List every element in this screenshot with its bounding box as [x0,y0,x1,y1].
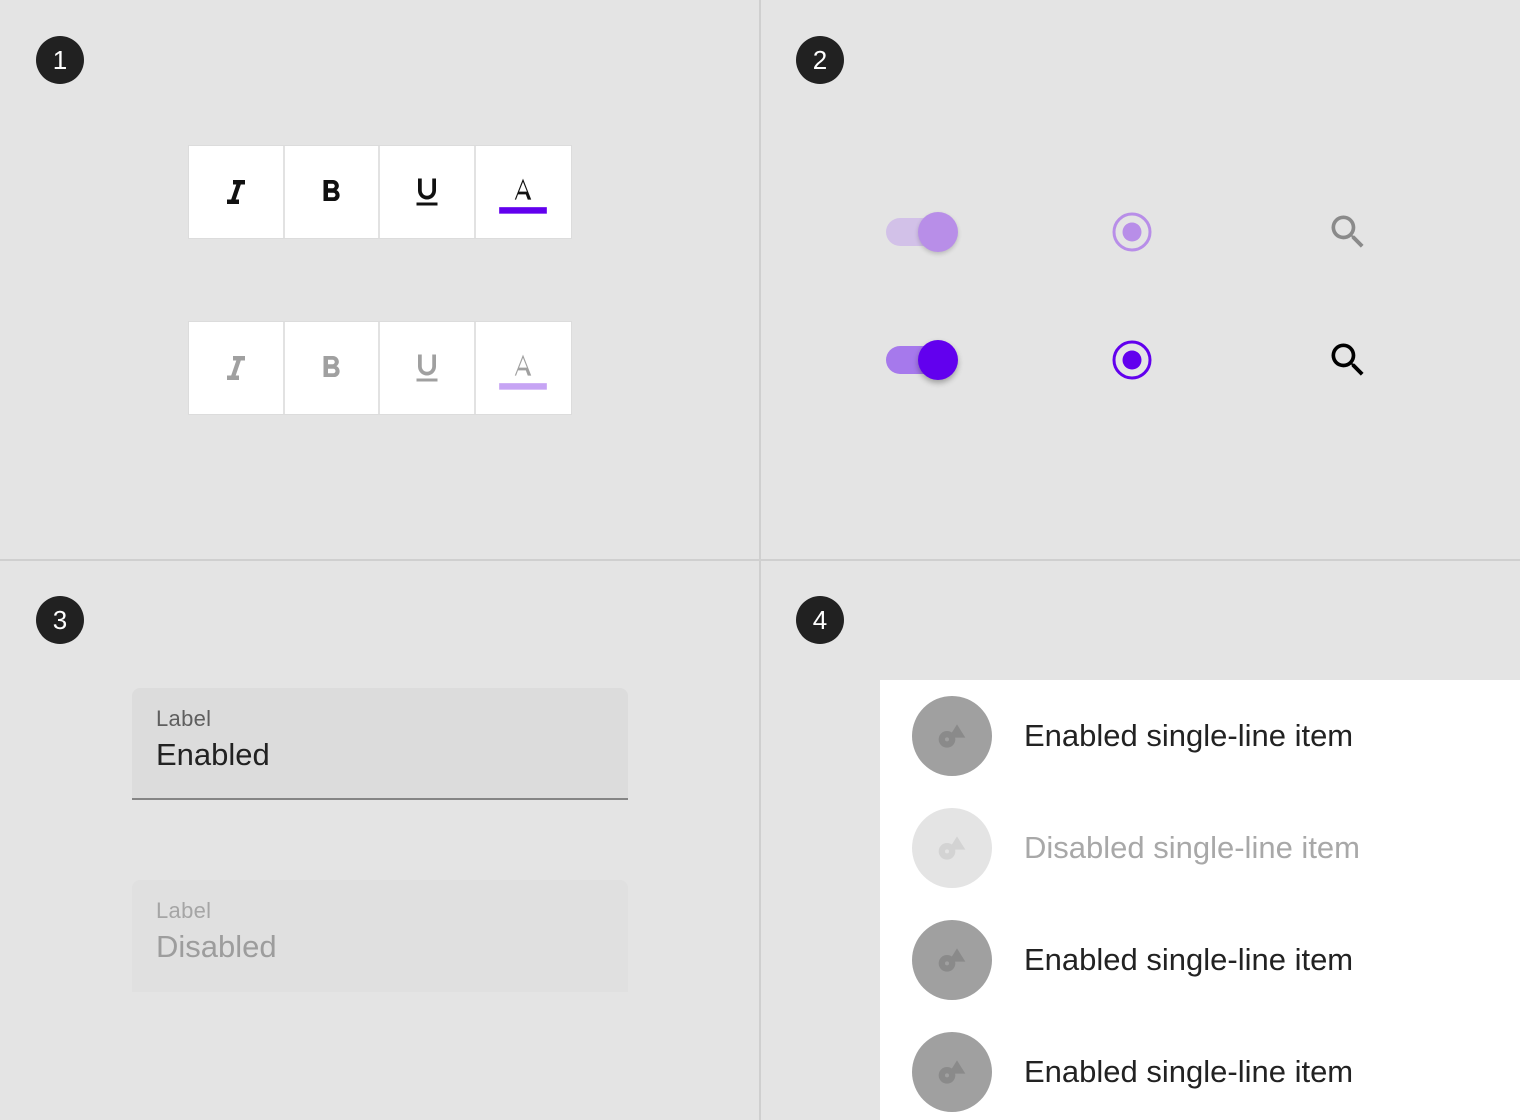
step-badge-2: 2 [796,36,844,84]
format-button-group-enabled [188,145,572,239]
format-underline-icon [416,178,438,206]
format-italic-icon [226,180,245,204]
radio-button-disabled [1112,212,1152,252]
avatar [912,808,992,888]
switch-disabled [886,210,960,254]
list-item[interactable]: Enabled single-line item [880,904,1520,1016]
underline-button[interactable] [380,146,476,238]
radio-button-enabled[interactable] [1111,339,1153,381]
underline-button-disabled [380,322,476,414]
format-italic-icon [226,356,245,380]
switch-thumb [918,212,958,252]
list: Enabled single-line item Disabled single… [880,680,1520,1120]
text-field-label: Label [156,898,212,923]
avatar [912,1032,992,1112]
text-field-disabled: Label Disabled [132,880,628,992]
text-field-label: Label [156,706,212,731]
format-color-text-icon [499,354,548,390]
list-item-text: Disabled single-line item [1024,830,1360,865]
switch-enabled[interactable] [886,338,960,382]
list-item-text: Enabled single-line item [1024,942,1354,977]
list-item[interactable]: Enabled single-line item [880,1016,1520,1120]
format-color-text-icon [499,178,548,214]
bold-button[interactable] [285,146,380,238]
bold-button-disabled [285,322,380,414]
switch-thumb [918,340,958,380]
format-button-group-disabled [188,321,572,415]
horizontal-divider [0,559,1520,561]
step-badge-4: 4 [796,596,844,644]
list-item-disabled: Disabled single-line item [880,792,1520,904]
text-field-value: Disabled [156,929,277,964]
format-bold-icon [323,356,340,377]
step-badge-3: 3 [36,596,84,644]
avatar [912,696,992,776]
shapes-icon [938,724,966,748]
shapes-icon [938,1060,966,1084]
italic-button-disabled [189,322,285,414]
shapes-icon [938,948,966,972]
text-field-value: Enabled [156,737,270,772]
text-color-button-disabled [476,322,571,414]
list-item[interactable]: Enabled single-line item [880,680,1520,792]
list-item-text: Enabled single-line item [1024,1054,1354,1089]
step-badge-1: 1 [36,36,84,84]
search-icon [1331,215,1364,248]
search-icon[interactable] [1326,338,1370,382]
text-field-enabled[interactable]: Label Enabled [132,688,628,800]
format-underline-icon [416,354,438,382]
italic-button[interactable] [189,146,285,238]
format-bold-icon [323,180,340,201]
shapes-icon [938,836,966,860]
list-item-text: Enabled single-line item [1024,718,1354,753]
text-color-button[interactable] [476,146,571,238]
avatar [912,920,992,1000]
